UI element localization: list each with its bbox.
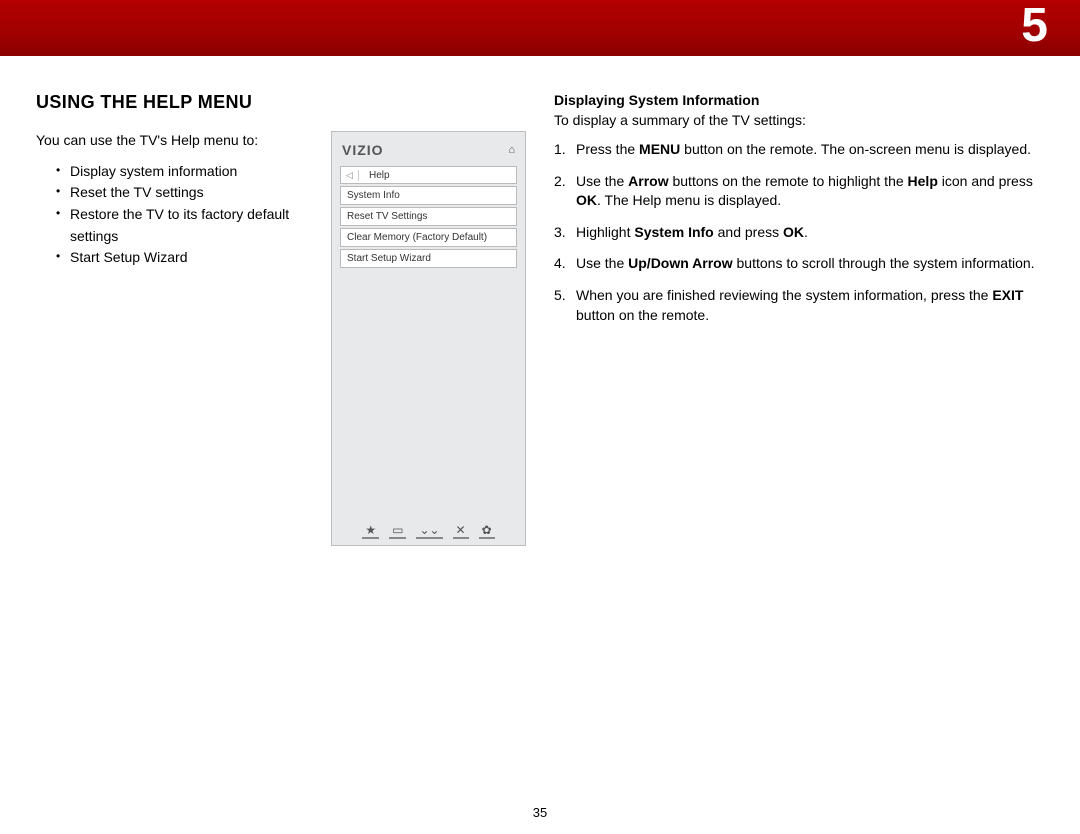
step-item: Highlight System Info and press OK. <box>554 223 1044 243</box>
step-item: Use the Arrow buttons on the remote to h… <box>554 172 1044 211</box>
chevron-down-icon: ⌄⌄ <box>416 524 442 539</box>
step-text: . The Help menu is displayed. <box>597 192 781 208</box>
tv-menu: VIZIO ⌂ ◁ Help System Info Reset TV Sett… <box>332 132 525 545</box>
left-column: Using the Help Menu You can use the TV's… <box>36 92 526 546</box>
tv-spacer <box>340 270 517 520</box>
step-item: When you are finished reviewing the syst… <box>554 286 1044 325</box>
step-bold: OK <box>576 192 597 208</box>
tv-menu-screenshot: VIZIO ⌂ ◁ Help System Info Reset TV Sett… <box>331 131 526 546</box>
step-text: button on the remote. The on-screen menu… <box>680 141 1031 157</box>
step-text: . <box>804 224 808 240</box>
step-text: When you are finished reviewing the syst… <box>576 287 992 303</box>
tv-breadcrumb: ◁ Help <box>340 166 517 184</box>
step-text: and press <box>714 224 783 240</box>
step-text: button on the remote. <box>576 307 709 323</box>
manual-page: 5 Using the Help Menu You can use the TV… <box>0 0 1080 834</box>
rect-icon: ▭ <box>389 524 406 539</box>
step-text: Use the <box>576 255 628 271</box>
gear-icon: ✿ <box>479 524 495 539</box>
section-title: Using the Help Menu <box>36 92 526 113</box>
step-text: icon and press <box>938 173 1033 189</box>
left-row: You can use the TV's Help menu to: Displ… <box>36 131 526 546</box>
step-text: buttons on the remote to highlight the <box>669 173 908 189</box>
step-bold: MENU <box>639 141 680 157</box>
close-icon: ✕ <box>453 524 469 539</box>
tv-menu-item: System Info <box>340 186 517 205</box>
step-bold: Arrow <box>628 173 668 189</box>
step-text: Press the <box>576 141 639 157</box>
step-bold: OK <box>783 224 804 240</box>
subsection-heading: Displaying System Information <box>554 92 1044 108</box>
tv-menu-item: Reset TV Settings <box>340 207 517 226</box>
step-bold: Help <box>908 173 938 189</box>
page-content: Using the Help Menu You can use the TV's… <box>0 56 1080 546</box>
home-icon: ⌂ <box>508 144 515 156</box>
step-bold: EXIT <box>992 287 1023 303</box>
step-item: Use the Up/Down Arrow buttons to scroll … <box>554 254 1044 274</box>
step-bold: Up/Down Arrow <box>628 255 732 271</box>
breadcrumb-label: Help <box>359 170 390 181</box>
steps-list: Press the MENU button on the remote. The… <box>554 140 1044 325</box>
tv-footer: ★ ▭ ⌄⌄ ✕ ✿ <box>340 520 517 539</box>
tv-logo: VIZIO <box>342 142 384 158</box>
list-item: Display system information <box>56 161 309 183</box>
chapter-bar: 5 <box>0 0 1080 56</box>
right-column: Displaying System Information To display… <box>554 92 1044 546</box>
page-number: 35 <box>0 805 1080 820</box>
chapter-number: 5 <box>1021 0 1048 53</box>
list-item: Start Setup Wizard <box>56 247 309 269</box>
list-item: Restore the TV to its factory default se… <box>56 204 309 247</box>
intro-text: You can use the TV's Help menu to: <box>36 131 309 151</box>
tv-header: VIZIO ⌂ <box>340 142 517 166</box>
bullet-list: Display system information Reset the TV … <box>36 161 309 269</box>
step-item: Press the MENU button on the remote. The… <box>554 140 1044 160</box>
tv-menu-item: Clear Memory (Factory Default) <box>340 228 517 247</box>
step-bold: System Info <box>634 224 713 240</box>
back-icon: ◁ <box>341 170 359 181</box>
step-text: Highlight <box>576 224 634 240</box>
lead-text: To display a summary of the TV settings: <box>554 112 1044 128</box>
list-item: Reset the TV settings <box>56 182 309 204</box>
step-text: buttons to scroll through the system inf… <box>733 255 1035 271</box>
star-icon: ★ <box>362 524 379 539</box>
step-text: Use the <box>576 173 628 189</box>
tv-menu-item: Start Setup Wizard <box>340 249 517 268</box>
left-text-block: You can use the TV's Help menu to: Displ… <box>36 131 309 269</box>
